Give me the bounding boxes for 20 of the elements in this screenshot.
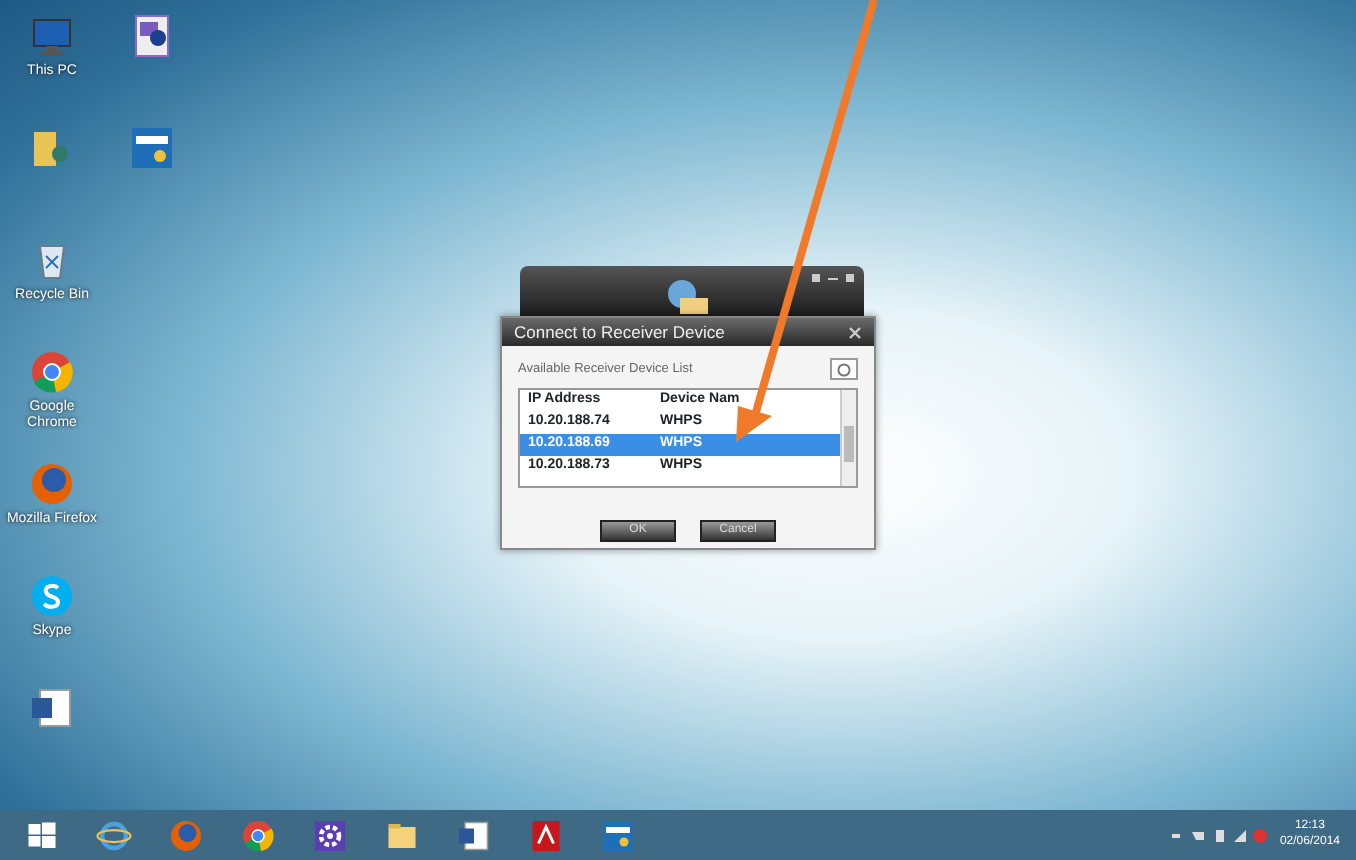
network-logo-icon bbox=[664, 278, 708, 314]
chrome-icon[interactable] bbox=[240, 817, 276, 853]
refresh-button[interactable] bbox=[830, 358, 858, 380]
close-icon[interactable] bbox=[848, 325, 862, 339]
windows-start-icon[interactable] bbox=[24, 817, 60, 853]
gear-icon[interactable] bbox=[312, 817, 348, 853]
whps-logo-icon[interactable] bbox=[128, 124, 176, 172]
window-controls-icon[interactable] bbox=[812, 272, 856, 284]
skype-icon[interactable] bbox=[28, 572, 76, 620]
firefox-icon[interactable] bbox=[28, 460, 76, 508]
scrollbar[interactable] bbox=[840, 390, 856, 486]
word-document-icon[interactable] bbox=[28, 684, 76, 732]
pdf-icon[interactable] bbox=[528, 817, 564, 853]
chrome-icon[interactable] bbox=[28, 348, 76, 396]
internet-explorer-icon[interactable] bbox=[96, 817, 132, 853]
dialog-title: Connect to Receiver Device bbox=[514, 319, 725, 345]
whps-logo-icon[interactable] bbox=[600, 817, 636, 853]
word-document-icon[interactable] bbox=[456, 817, 492, 853]
system-tray-icons[interactable] bbox=[1171, 827, 1268, 843]
refresh-icon bbox=[836, 361, 852, 377]
